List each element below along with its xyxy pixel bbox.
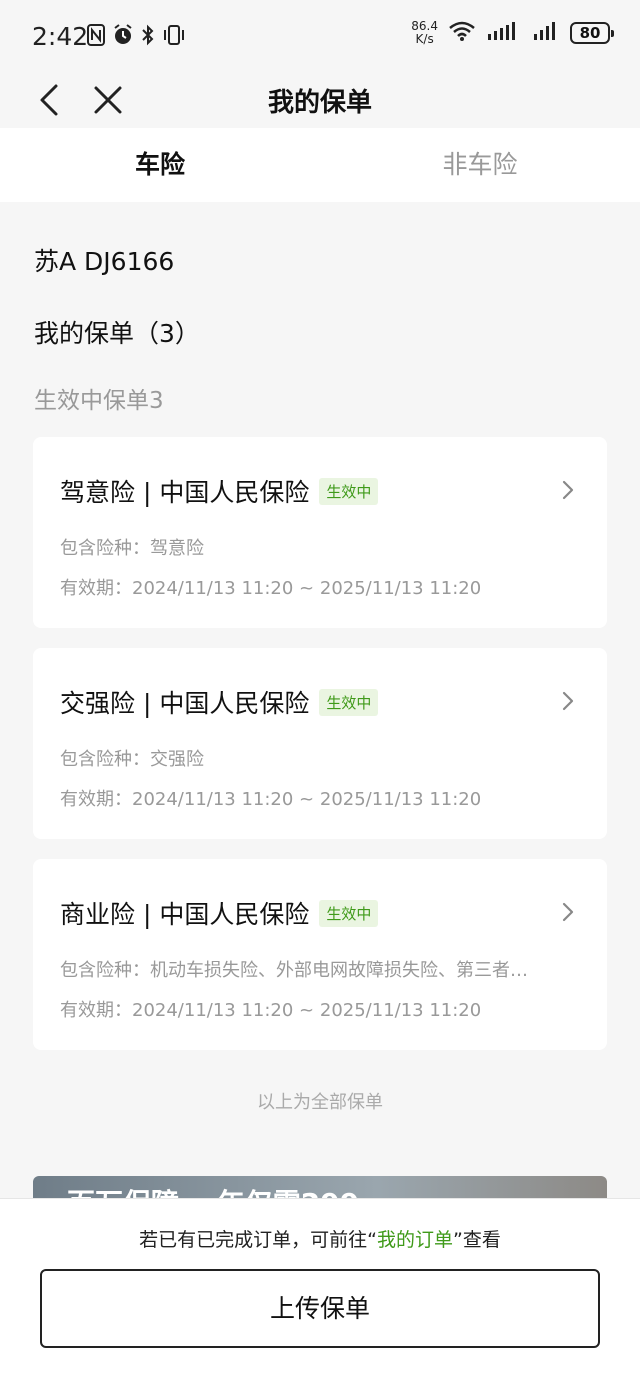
order-hint-suffix: ”查看	[453, 1229, 501, 1251]
policy-title-row: 商业险 | 中国人民保险 生效中	[60, 895, 379, 931]
policy-validity: 有效期：2024/11/13 11:20 ~ 2025/11/13 11:20	[60, 789, 482, 810]
policy-title-row: 交强险 | 中国人民保险 生效中	[60, 684, 379, 720]
chevron-right-icon	[562, 902, 574, 922]
chevron-right-icon	[562, 691, 574, 711]
signal-icon-sim2	[532, 20, 560, 46]
chevron-right-icon	[562, 480, 574, 500]
status-badge: 生效中	[319, 688, 379, 716]
nav-bar: 我的保单	[0, 72, 640, 128]
vibrate-icon	[162, 22, 186, 55]
tab-non-car-insurance[interactable]: 非车险	[320, 128, 640, 202]
policy-title-row: 驾意险 | 中国人民保险 生效中	[60, 473, 379, 509]
policy-validity: 有效期：2024/11/13 11:20 ~ 2025/11/13 11:20	[60, 578, 482, 599]
license-plate: 苏A DJ6166	[34, 247, 175, 276]
policy-card[interactable]: 驾意险 | 中国人民保险 生效中 包含险种：驾意险 有效期：2024/11/13…	[33, 437, 607, 628]
policy-title: 驾意险 | 中国人民保险	[60, 478, 310, 507]
policy-coverage: 包含险种：交强险	[60, 749, 204, 770]
bluetooth-icon	[140, 22, 156, 55]
page-title: 我的保单	[267, 88, 372, 118]
status-badge: 生效中	[319, 899, 379, 927]
status-bar: 2:42 86.4 K/s 80	[0, 0, 640, 72]
upload-policy-button[interactable]: 上传保单	[40, 1269, 600, 1348]
signal-icon-sim1	[486, 20, 522, 46]
status-left-icons	[86, 22, 186, 55]
status-badge: 生效中	[319, 477, 379, 505]
policy-title: 商业险 | 中国人民保险	[60, 900, 310, 929]
tab-car-insurance[interactable]: 车险	[0, 128, 320, 202]
tab-bar: 车险 非车险	[0, 128, 640, 202]
network-speed-unit: K/s	[415, 32, 434, 46]
battery-indicator: 80	[570, 22, 614, 44]
policy-count-heading: 我的保单（3）	[34, 319, 200, 348]
wifi-icon	[448, 20, 476, 46]
status-right-icons: 86.4 K/s 80	[411, 20, 614, 46]
policy-title: 交强险 | 中国人民保险	[60, 689, 310, 718]
policy-coverage: 包含险种：驾意险	[60, 538, 204, 559]
bottom-action-bar: 若已有已完成订单，可前往“我的订单”查看 上传保单	[0, 1198, 640, 1382]
end-of-list-note: 以上为全部保单	[257, 1092, 383, 1113]
network-speed: 86.4 K/s	[411, 20, 438, 46]
policy-coverage: 包含险种：机动车损失险、外部电网故障损失险、第三者…	[60, 960, 528, 981]
nfc-icon	[86, 22, 106, 55]
alarm-icon	[112, 22, 134, 55]
policy-card[interactable]: 交强险 | 中国人民保险 生效中 包含险种：交强险 有效期：2024/11/13…	[33, 648, 607, 839]
order-hint: 若已有已完成订单，可前往“我的订单”查看	[0, 1225, 640, 1252]
status-time: 2:42	[32, 22, 89, 51]
policy-validity: 有效期：2024/11/13 11:20 ~ 2025/11/13 11:20	[60, 1000, 482, 1021]
policy-card[interactable]: 商业险 | 中国人民保险 生效中 包含险种：机动车损失险、外部电网故障损失险、第…	[33, 859, 607, 1050]
my-orders-link[interactable]: 我的订单	[377, 1229, 453, 1251]
order-hint-prefix: 若已有已完成订单，可前往“	[139, 1229, 377, 1251]
active-policy-count: 生效中保单3	[34, 388, 164, 414]
